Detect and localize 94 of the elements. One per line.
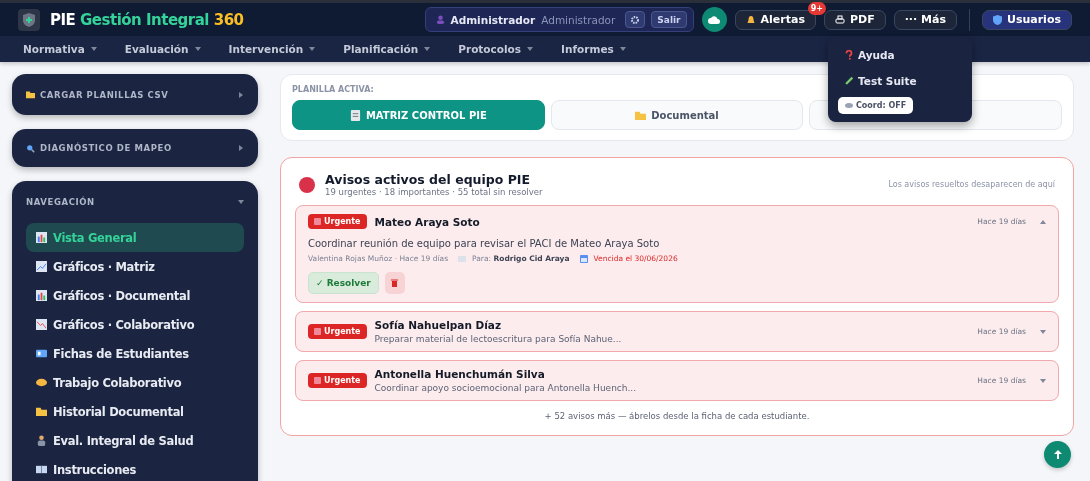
bar-chart-icon <box>36 232 47 243</box>
menu-item[interactable]: Protocolos <box>458 43 534 55</box>
resolve-button[interactable]: ✓ Resolver <box>308 272 379 294</box>
shield-logo-icon <box>18 8 40 31</box>
nav-item[interactable]: Vista General <box>26 223 244 252</box>
folder-icon <box>26 90 35 99</box>
trash-icon <box>391 279 399 287</box>
panel-title: DIAGNÓSTICO DE MAPEO <box>40 143 172 153</box>
envelope-icon <box>458 255 467 262</box>
menu-item[interactable]: Normativa <box>23 43 97 55</box>
priority-tag: Urgente <box>308 214 367 229</box>
id-card-icon <box>36 348 47 359</box>
expand-toggle[interactable] <box>1040 218 1046 225</box>
delete-button[interactable] <box>384 272 405 294</box>
panel-title: NAVEGACIÓN <box>26 197 95 207</box>
menu-item[interactable]: Informes <box>561 43 626 55</box>
student-name: Sofía Nahuelpan Díaz <box>374 319 503 331</box>
menu-option[interactable]: Ayuda <box>838 45 962 65</box>
expand-toggle[interactable] <box>1040 328 1046 335</box>
nav-item[interactable]: Instrucciones <box>26 455 244 481</box>
calendar-icon <box>579 254 588 263</box>
bar-chart-icon <box>36 290 47 301</box>
menu-item[interactable]: Intervención <box>228 43 316 55</box>
user-icon <box>435 15 445 24</box>
nav-item[interactable]: Trabajo Colaborativo <box>26 368 244 397</box>
alerts-title: Avisos activos del equipo PIE <box>325 172 532 187</box>
test-tube-icon <box>844 76 854 86</box>
app-title: PIE Gestión Integral 360 <box>50 10 244 29</box>
priority-tag: Urgente <box>308 373 367 388</box>
caret-icon <box>527 46 534 52</box>
user-name: Administrador <box>450 13 536 26</box>
pdf-button[interactable]: PDF <box>823 9 886 30</box>
planilla-tab[interactable]: Documental <box>550 100 804 130</box>
panel-header[interactable]: CARGAR PLANILLAS CSV <box>12 74 258 115</box>
panel-title: CARGAR PLANILLAS CSV <box>40 89 169 100</box>
line-chart-icon <box>36 319 47 330</box>
caret-icon <box>619 46 626 52</box>
scroll-top-button[interactable] <box>1044 441 1071 468</box>
alert-text: Coordinar apoyo socioemocional para Antonella Huench... <box>374 383 637 393</box>
priority-tag: Urgente <box>308 324 367 339</box>
person-icon <box>36 435 47 446</box>
notification-badge: 9+ <box>807 1 826 15</box>
caret-icon <box>194 46 201 52</box>
folder-icon <box>635 109 647 121</box>
cloud-sync-button[interactable] <box>701 7 727 32</box>
student-name: Mateo Araya Soto <box>374 215 480 228</box>
cloud-icon <box>708 15 721 24</box>
planilla-tab[interactable]: MATRIZ CONTROL PIE <box>292 100 545 130</box>
shield-icon <box>992 14 1002 25</box>
nav-item[interactable]: Gráficos · Matriz <box>26 252 244 281</box>
alert-text: Coordinar reunión de equipo para revisar el PACI de Mateo Araya Soto <box>308 238 661 249</box>
eye-icon <box>845 103 853 108</box>
line-chart-icon <box>36 261 47 272</box>
users-button[interactable]: Usuarios <box>981 9 1072 30</box>
printer-icon <box>834 14 845 25</box>
settings-button[interactable] <box>625 11 646 28</box>
alerts-footer: + 52 avisos más — ábrelos desde la ficha de cada estudiante. <box>295 411 1059 421</box>
student-name: Antonella Huenchumán Silva <box>374 368 546 380</box>
coord-toggle[interactable]: Coord: OFF <box>838 97 914 114</box>
caret-icon <box>1040 218 1046 225</box>
menu-option[interactable]: Test Suite <box>838 71 962 91</box>
caret-icon <box>1040 328 1046 335</box>
alerts-summary: 19 urgentes · 18 importantes · 55 total sin resolver <box>325 187 543 197</box>
settings-icon <box>631 15 640 24</box>
expand-toggle[interactable] <box>1040 377 1046 384</box>
search-icon <box>26 143 35 153</box>
panel-header[interactable]: DIAGNÓSTICO DE MAPEO <box>12 129 258 167</box>
caret-icon <box>90 46 97 52</box>
panel-header[interactable]: NAVEGACIÓN <box>12 181 258 223</box>
nav-item[interactable]: Fichas de Estudiantes <box>26 339 244 368</box>
question-icon <box>844 50 854 60</box>
caret-icon <box>238 91 244 98</box>
alerts-note: Los avisos resueltos desaparecen de aquí <box>888 180 1055 189</box>
menu-item[interactable]: Evaluación <box>124 43 201 55</box>
caret-icon <box>238 199 244 205</box>
caret-icon <box>309 46 316 52</box>
planilla-label: PLANILLA ACTIVA: <box>292 85 375 94</box>
status-dot-icon <box>299 176 315 193</box>
clipboard-icon <box>349 109 361 121</box>
bell-icon <box>745 14 756 25</box>
user-role: Administrador <box>541 13 616 26</box>
nav-item[interactable]: Historial Documental <box>26 397 244 426</box>
folder-icon <box>36 406 47 417</box>
alert-text: Preparar material de lectoescritura para Sofía Nahue... <box>374 334 622 344</box>
caret-icon <box>424 46 431 52</box>
menu-item[interactable]: Planificación <box>343 43 431 55</box>
caret-icon <box>238 145 244 151</box>
nav-item[interactable]: Gráficos · Documental <box>26 281 244 310</box>
arrow-up-icon <box>1053 450 1062 459</box>
nav-item[interactable]: Gráficos · Colaborativo <box>26 310 244 339</box>
caret-icon <box>1040 377 1046 384</box>
more-button[interactable]: ··· Más <box>893 9 957 30</box>
logout-button[interactable]: Salir <box>651 11 687 28</box>
nav-item[interactable]: Eval. Integral de Salud <box>26 426 244 455</box>
